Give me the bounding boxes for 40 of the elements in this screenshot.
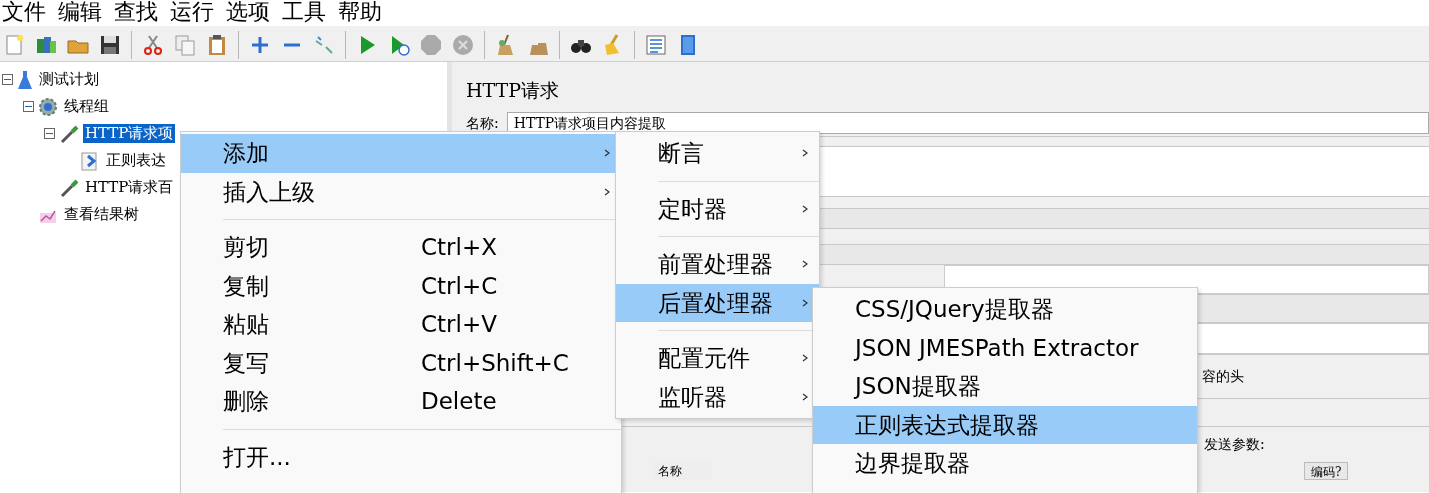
list-icon[interactable] — [644, 33, 668, 57]
tree-item[interactable]: HTTP请求百 — [83, 178, 176, 197]
menu-item[interactable]: 前置处理器 — [616, 245, 819, 284]
column-header[interactable]: 编码? — [1304, 462, 1349, 480]
menu-item[interactable]: 边界提取器 — [813, 444, 1197, 483]
tree-item[interactable]: 查看结果树 — [62, 205, 141, 224]
name-field[interactable]: HTTP请求项目内容提取 — [506, 112, 1429, 134]
copy-icon[interactable] — [173, 33, 197, 57]
tree-item[interactable]: 线程组 — [62, 97, 111, 116]
tree-item[interactable]: 正则表达 — [104, 151, 168, 170]
menu-item[interactable]: JSON提取器 — [813, 367, 1197, 406]
pipette-icon — [59, 123, 79, 144]
menu-item[interactable]: 打开... — [181, 437, 621, 476]
menu-item[interactable]: 文件 — [2, 0, 46, 26]
menu-item[interactable]: 定时器 — [616, 189, 819, 228]
tree-item[interactable]: HTTP请求项 — [83, 124, 176, 143]
menu-item[interactable]: 工具 — [282, 0, 326, 26]
menu-item[interactable]: JSON JMESPath Extractor — [813, 328, 1197, 367]
hint-text: 容的头 — [1202, 367, 1244, 386]
collapse-icon[interactable] — [2, 74, 13, 85]
menu-item[interactable]: 查找 — [114, 0, 158, 26]
menu-item[interactable]: 编辑 — [58, 0, 102, 26]
panel-title: HTTP请求 — [465, 78, 561, 103]
menu-item[interactable]: 选项 — [226, 0, 270, 26]
pipette-icon — [59, 177, 79, 198]
save-icon[interactable] — [98, 33, 122, 57]
cut-icon[interactable] — [141, 33, 165, 57]
collapse-icon[interactable] — [44, 128, 55, 139]
menu-item[interactable]: 正则表达式提取器 — [813, 405, 1197, 444]
menu-item[interactable]: 后置处理器 — [616, 283, 819, 322]
collapse-icon[interactable] — [23, 101, 34, 112]
tree-item[interactable]: 测试计划 — [37, 70, 101, 89]
params-label: 发送参数: — [1204, 435, 1265, 454]
menu-item[interactable]: 帮助 — [338, 0, 382, 26]
gear-icon — [38, 96, 58, 117]
flask-icon — [17, 69, 33, 90]
menu-item[interactable]: 运行 — [170, 0, 214, 26]
name-label: 名称: — [466, 113, 499, 133]
shutdown-icon[interactable] — [451, 33, 475, 57]
stop-icon[interactable] — [419, 33, 443, 57]
